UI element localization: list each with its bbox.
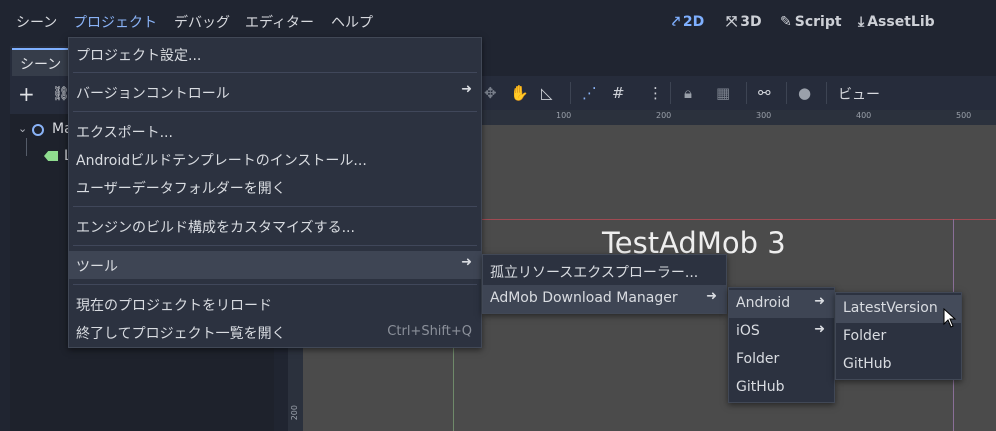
menu-item-android[interactable]: Android ➜ (729, 290, 834, 318)
toolbar-separator (826, 82, 827, 104)
menu-item-ios[interactable]: iOS ➜ (729, 318, 834, 346)
group-icon[interactable]: ▦ (716, 84, 730, 102)
menu-item-install-android-template[interactable]: Androidビルドテンプレートのインストール... (69, 145, 481, 173)
more-icon[interactable]: ⋮ (648, 84, 663, 102)
menu-project[interactable]: プロジェクト (73, 12, 157, 32)
menu-editor[interactable]: エディター (245, 12, 314, 32)
menu-item-version-control[interactable]: バージョンコントロール ➜ (69, 78, 481, 106)
menu-separator (73, 111, 477, 112)
menu-item-open-user-data[interactable]: ユーザーデータフォルダーを開く (69, 173, 481, 201)
menu-item-export[interactable]: エクスポート... (69, 117, 481, 145)
admob-submenu: Android ➜ iOS ➜ Folder GitHub (728, 287, 835, 403)
ruler-horizontal: 100 200 300 400 500 (480, 110, 996, 125)
grid-icon[interactable]: # (612, 84, 625, 102)
menu-help[interactable]: ヘルプ (331, 12, 373, 32)
toolbar-separator (570, 82, 571, 104)
3d-icon: ⤧ (726, 14, 738, 30)
label-node-icon (44, 151, 58, 161)
menu-item-orphan-resource-explorer[interactable]: 孤立リソースエクスプローラー... (483, 257, 726, 285)
menu-item-admob-download-manager[interactable]: AdMob Download Manager ➜ (483, 285, 726, 313)
android-submenu: LatestVersion Folder GitHub (835, 292, 962, 380)
menu-item-reload-project[interactable]: 現在のプロジェクトをリロード (69, 290, 481, 318)
ruler-icon[interactable]: ◺ (541, 84, 553, 102)
snap-icon[interactable]: ⋰ (582, 84, 597, 102)
hand-icon[interactable]: ✋ (510, 84, 529, 102)
menu-separator (73, 72, 477, 73)
menu-item-tools[interactable]: ツール ➜ (69, 251, 481, 279)
pan-icon[interactable]: ✥ (484, 84, 497, 102)
tree-guide (26, 138, 27, 156)
chevron-right-icon: ➜ (814, 322, 825, 337)
mode-assetlib-button[interactable]: ⤓ AssetLib (858, 14, 935, 30)
ruler-tick: 500 (956, 111, 972, 120)
menu-item-github[interactable]: GitHub (729, 374, 834, 402)
ruler-tick: 100 (556, 111, 572, 120)
mode-3d-button[interactable]: ⤧ 3D (726, 14, 762, 30)
shortcut-label: Ctrl+Shift+Q (387, 324, 472, 339)
view-menu-button[interactable]: ビュー (838, 84, 880, 104)
toolbar-separator (786, 82, 787, 104)
chevron-right-icon: ➜ (814, 294, 825, 309)
menu-separator (73, 245, 477, 246)
mode-script-button[interactable]: ✎ Script (780, 14, 842, 30)
lock-icon[interactable]: 🔒︎ (684, 84, 692, 102)
menu-item-folder[interactable]: Folder (729, 346, 834, 374)
menu-debug[interactable]: デバッグ (174, 12, 230, 32)
2d-icon: ⤤ (672, 14, 680, 30)
tab-scene[interactable]: シーン (12, 48, 72, 76)
bone-icon[interactable]: ⚯ (758, 84, 771, 102)
menu-item-customize-build[interactable]: エンジンのビルド構成をカスタマイズする... (69, 212, 481, 240)
mouse-cursor-icon (943, 308, 957, 328)
toolbar-separator (746, 82, 747, 104)
toolbar-separator (670, 82, 671, 104)
menu-separator (73, 284, 477, 285)
assetlib-icon: ⤓ (858, 14, 865, 30)
chevron-right-icon: ➜ (706, 289, 717, 304)
tools-submenu: 孤立リソースエクスプローラー... AdMob Download Manager… (482, 254, 727, 314)
node2d-icon (32, 124, 44, 136)
script-icon: ✎ (780, 14, 792, 30)
add-node-icon[interactable]: + (18, 82, 35, 106)
project-menu: プロジェクト設定... バージョンコントロール ➜ エクスポート... Andro… (68, 37, 482, 348)
menu-separator (73, 206, 477, 207)
menu-item-android-github[interactable]: GitHub (836, 351, 961, 379)
ruler-tick: 300 (756, 111, 772, 120)
mode-2d-button[interactable]: ⤤ 2D (672, 14, 704, 30)
camera-icon[interactable]: ● (798, 84, 811, 102)
ruler-tick: 200 (656, 111, 672, 120)
ruler-tick: 400 (856, 111, 872, 120)
menu-item-project-settings[interactable]: プロジェクト設定... (69, 40, 481, 68)
chevron-down-icon[interactable]: ⌄ (18, 122, 27, 135)
chevron-right-icon: ➜ (461, 82, 472, 97)
menu-scene[interactable]: シーン (16, 12, 57, 32)
ruler-tick: 200 (290, 405, 299, 421)
chevron-right-icon: ➜ (461, 255, 472, 270)
menu-item-quit-to-project-list[interactable]: 終了してプロジェクト一覧を開く Ctrl+Shift+Q (69, 318, 481, 346)
